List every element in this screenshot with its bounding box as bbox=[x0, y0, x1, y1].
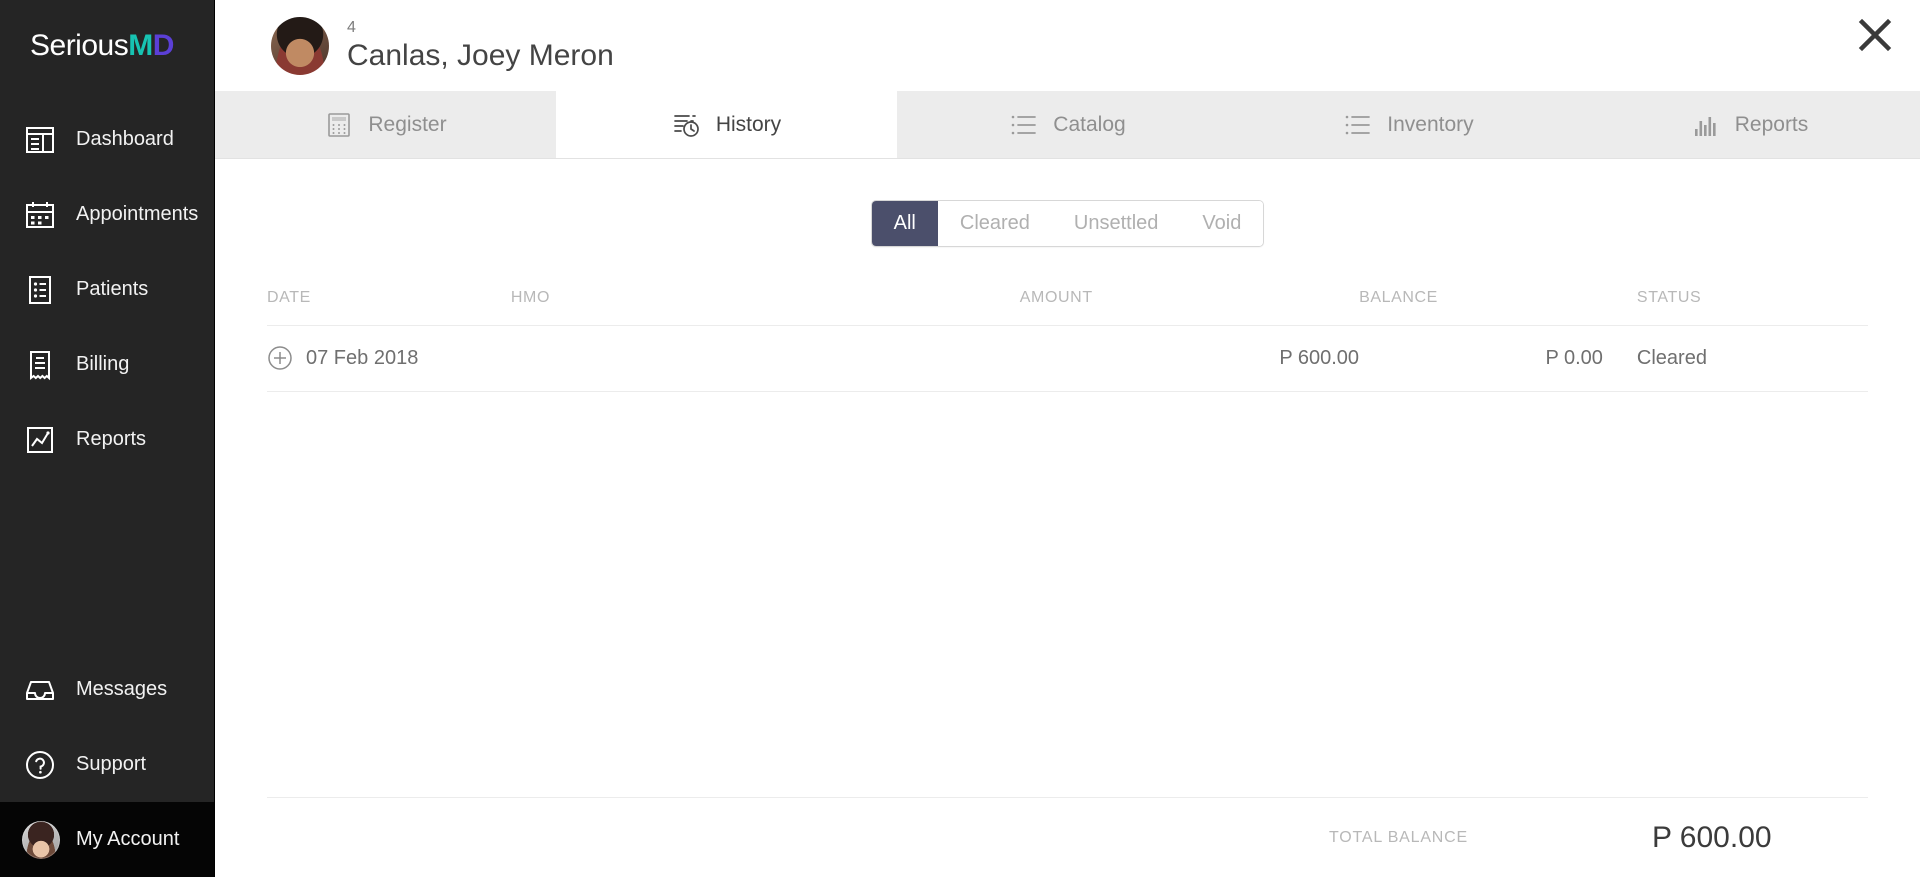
filter-cleared[interactable]: Cleared bbox=[937, 201, 1052, 246]
tab-label: Catalog bbox=[1053, 112, 1126, 136]
tab-bar: Register History Catalog Inventory Repor… bbox=[215, 91, 1920, 159]
list-icon bbox=[1009, 110, 1039, 140]
plus-circle-icon[interactable] bbox=[267, 345, 293, 371]
transactions-table: DATE HMO AMOUNT BALANCE STATUS 07 Feb 20… bbox=[267, 283, 1868, 392]
sidebar-nav: Dashboard Appointments Patients Billing … bbox=[0, 92, 214, 477]
cell-hmo bbox=[510, 325, 1020, 392]
chart-report-icon bbox=[22, 422, 58, 458]
logo-text: SeriousMD bbox=[30, 29, 174, 63]
avatar bbox=[22, 820, 60, 859]
question-circle-icon bbox=[22, 747, 58, 783]
table-row[interactable]: 07 Feb 2018 P 600.00 P 0.00 Cleared bbox=[267, 325, 1868, 392]
close-icon bbox=[1858, 18, 1892, 52]
column-header-date: DATE bbox=[267, 283, 511, 326]
app-logo[interactable]: SeriousMD bbox=[0, 0, 214, 92]
total-balance-label: TOTAL BALANCE bbox=[1328, 828, 1468, 846]
row-date-text: 07 Feb 2018 bbox=[306, 346, 419, 369]
tab-label: Reports bbox=[1734, 112, 1809, 136]
tab-inventory[interactable]: Inventory bbox=[1238, 91, 1579, 158]
column-header-amount: AMOUNT bbox=[1019, 283, 1360, 326]
sidebar-item-label: Patients bbox=[76, 278, 149, 300]
app-root: SeriousMD Dashboard Appointments Patient… bbox=[0, 0, 1920, 877]
column-header-status: STATUS bbox=[1602, 283, 1868, 326]
list-icon bbox=[1343, 110, 1373, 140]
filter-all[interactable]: All bbox=[871, 201, 938, 246]
total-balance-value: P 600.00 bbox=[1652, 820, 1772, 854]
tab-reports[interactable]: Reports bbox=[1579, 91, 1920, 158]
patient-avatar bbox=[271, 16, 329, 75]
filter-label: All bbox=[893, 212, 916, 234]
filter-bar: All Cleared Unsettled Void bbox=[215, 159, 1920, 247]
tab-catalog[interactable]: Catalog bbox=[897, 91, 1238, 158]
filter-void[interactable]: Void bbox=[1180, 201, 1264, 246]
bar-chart-icon bbox=[1691, 110, 1721, 140]
history-clock-icon bbox=[672, 110, 702, 140]
sidebar-item-label: Support bbox=[76, 753, 147, 775]
logo-m-text: M bbox=[128, 29, 153, 62]
sidebar-item-dashboard[interactable]: Dashboard bbox=[0, 102, 214, 177]
sidebar-item-label: Billing bbox=[76, 353, 130, 375]
filter-unsettled[interactable]: Unsettled bbox=[1051, 201, 1181, 246]
tab-history[interactable]: History bbox=[556, 91, 897, 158]
table-header-row: DATE HMO AMOUNT BALANCE STATUS bbox=[267, 283, 1868, 326]
inbox-icon bbox=[22, 672, 58, 708]
sidebar-item-label: Reports bbox=[76, 428, 147, 450]
sidebar: SeriousMD Dashboard Appointments Patient… bbox=[0, 0, 215, 877]
logo-serious-text: Serious bbox=[30, 29, 129, 62]
tab-label: History bbox=[715, 112, 782, 136]
total-balance-bar: TOTAL BALANCE P 600.00 bbox=[267, 797, 1868, 877]
sidebar-item-label: Dashboard bbox=[76, 128, 174, 150]
tab-label: Inventory bbox=[1387, 112, 1474, 136]
sidebar-item-messages[interactable]: Messages bbox=[0, 652, 214, 727]
total-balance-inner: TOTAL BALANCE P 600.00 bbox=[267, 821, 1868, 855]
patient-list-icon bbox=[22, 272, 58, 308]
sidebar-item-my-account[interactable]: My Account bbox=[0, 802, 214, 877]
calendar-icon bbox=[22, 197, 58, 233]
column-header-hmo: HMO bbox=[510, 283, 1020, 326]
cell-amount: P 600.00 bbox=[1019, 325, 1360, 392]
tab-register[interactable]: Register bbox=[215, 91, 556, 158]
sidebar-bottom-nav: Messages Support My Account bbox=[0, 652, 214, 877]
sidebar-item-label: Appointments bbox=[76, 203, 199, 225]
sidebar-item-label: Messages bbox=[76, 678, 168, 700]
sidebar-item-label: My Account bbox=[76, 828, 180, 850]
patient-id: 4 bbox=[347, 18, 356, 36]
filter-label: Void bbox=[1202, 212, 1242, 234]
table-body: 07 Feb 2018 P 600.00 P 0.00 Cleared bbox=[267, 325, 1868, 392]
transactions-table-container: DATE HMO AMOUNT BALANCE STATUS 07 Feb 20… bbox=[215, 283, 1920, 797]
sidebar-item-support[interactable]: Support bbox=[0, 727, 214, 802]
main-panel: 4 Canlas, Joey Meron Register History Ca… bbox=[215, 0, 1920, 877]
sidebar-item-patients[interactable]: Patients bbox=[0, 252, 214, 327]
filter-label: Unsettled bbox=[1073, 212, 1159, 234]
close-button[interactable] bbox=[1830, 0, 1920, 70]
receipt-icon bbox=[22, 347, 58, 383]
patient-info: 4 Canlas, Joey Meron bbox=[347, 19, 614, 73]
tab-label: Register bbox=[368, 112, 447, 136]
page-title: Canlas, Joey Meron bbox=[347, 38, 614, 72]
status-filter-group: All Cleared Unsettled Void bbox=[870, 200, 1265, 247]
sidebar-item-billing[interactable]: Billing bbox=[0, 327, 214, 402]
sidebar-item-reports[interactable]: Reports bbox=[0, 402, 214, 477]
patient-header: 4 Canlas, Joey Meron bbox=[215, 0, 1920, 91]
cell-date: 07 Feb 2018 bbox=[267, 325, 511, 392]
table-header: DATE HMO AMOUNT BALANCE STATUS bbox=[267, 283, 1868, 326]
logo-d-text: D bbox=[152, 29, 175, 62]
cell-balance: P 0.00 bbox=[1359, 325, 1603, 392]
column-header-balance: BALANCE bbox=[1359, 283, 1603, 326]
filter-label: Cleared bbox=[959, 212, 1030, 234]
dashboard-icon bbox=[22, 122, 58, 158]
calculator-icon bbox=[324, 110, 354, 140]
date-cell-wrapper: 07 Feb 2018 bbox=[267, 345, 511, 371]
sidebar-item-appointments[interactable]: Appointments bbox=[0, 177, 214, 252]
cell-status: Cleared bbox=[1602, 325, 1868, 392]
